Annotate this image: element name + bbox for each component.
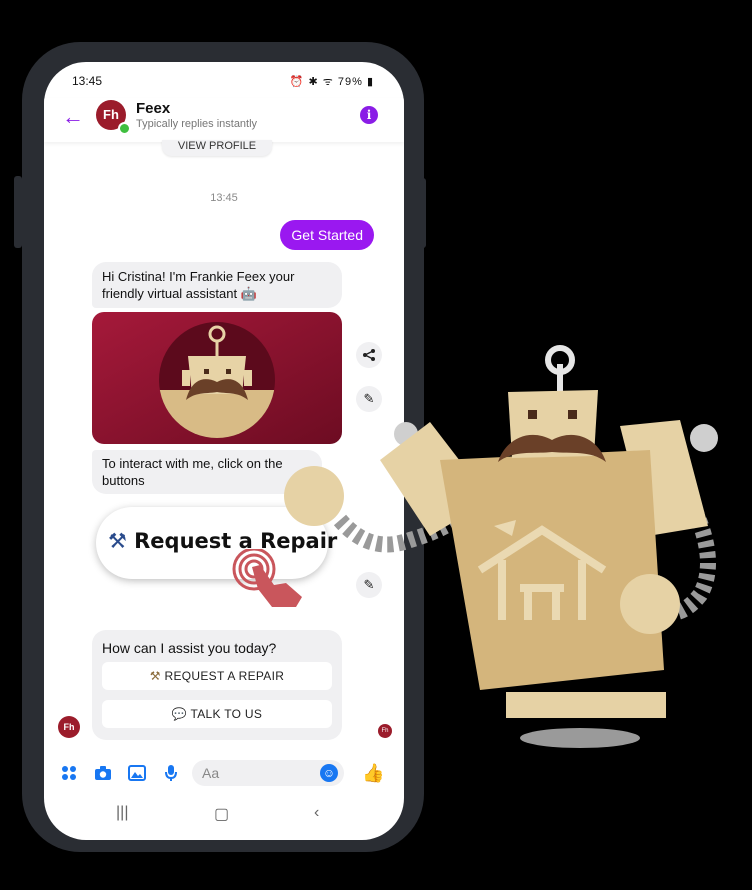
robot-torso <box>440 450 664 690</box>
quick-reply-question: How can I assist you today? <box>102 640 277 656</box>
robot-left-hand <box>284 466 344 526</box>
battery-level: 79% <box>337 76 363 88</box>
hammer-pick-icon: ⚒ <box>108 529 127 553</box>
four-dots-icon <box>62 766 76 780</box>
view-profile-button[interactable]: VIEW PROFILE <box>162 140 272 156</box>
camera-shape-icon <box>95 766 111 780</box>
image-shape-icon <box>128 765 146 781</box>
message-input-placeholder: Aa <box>202 765 220 781</box>
online-indicator <box>118 122 131 135</box>
status-time: 13:45 <box>72 74 103 88</box>
mic-shape-icon <box>165 765 177 781</box>
microphone-icon[interactable] <box>160 762 182 784</box>
robot-base <box>506 692 666 718</box>
robot-right-ear-ball <box>690 424 718 452</box>
apps-menu-icon[interactable] <box>58 762 80 784</box>
bot-avatar: Fh <box>58 716 80 738</box>
robot-left-eye <box>528 410 537 419</box>
robot-right-eye <box>568 410 577 419</box>
message-timestamp: 13:45 <box>210 192 238 204</box>
phone-volume-button <box>14 176 22 248</box>
robot-wheel <box>520 728 640 748</box>
phone-power-button <box>420 178 426 248</box>
camera-icon[interactable] <box>92 762 114 784</box>
thumbs-up-icon[interactable]: 👍 <box>362 762 384 784</box>
info-icon[interactable]: i <box>360 106 378 124</box>
status-icons: ⏰ ✱ ᯤ 79% ▮ <box>289 76 374 88</box>
hammer-pick-icon: ⚒ <box>149 669 161 683</box>
frankie-feex-robot <box>284 345 718 748</box>
robot-right-hand <box>620 574 680 634</box>
chat-name[interactable]: Feex <box>136 100 170 117</box>
home-icon[interactable]: ▢ <box>214 804 229 824</box>
back-arrow-icon[interactable]: ← <box>62 104 84 130</box>
recent-apps-icon[interactable]: ||| <box>116 804 128 822</box>
bot-greeting-message: Hi Cristina! I'm Frankie Feex your frien… <box>92 262 342 308</box>
chat-header: ← Fh Feex Typically replies instantly i <box>44 98 404 142</box>
back-icon[interactable]: ‹ <box>314 804 319 822</box>
message-composer: Aa ☺ 👍 <box>44 756 404 792</box>
emoji-icon[interactable]: ☺ <box>320 764 338 782</box>
gallery-icon[interactable] <box>126 762 148 784</box>
android-nav-bar: ||| ▢ ‹ <box>44 800 404 830</box>
status-bar: 13:45 ⏰ ✱ ᯤ 79% ▮ <box>44 62 404 98</box>
speech-bubble-icon: 💬 <box>171 707 188 721</box>
user-message-get-started: Get Started <box>280 220 374 250</box>
chat-subtitle: Typically replies instantly <box>136 118 258 130</box>
message-input[interactable]: Aa ☺ <box>192 760 344 786</box>
